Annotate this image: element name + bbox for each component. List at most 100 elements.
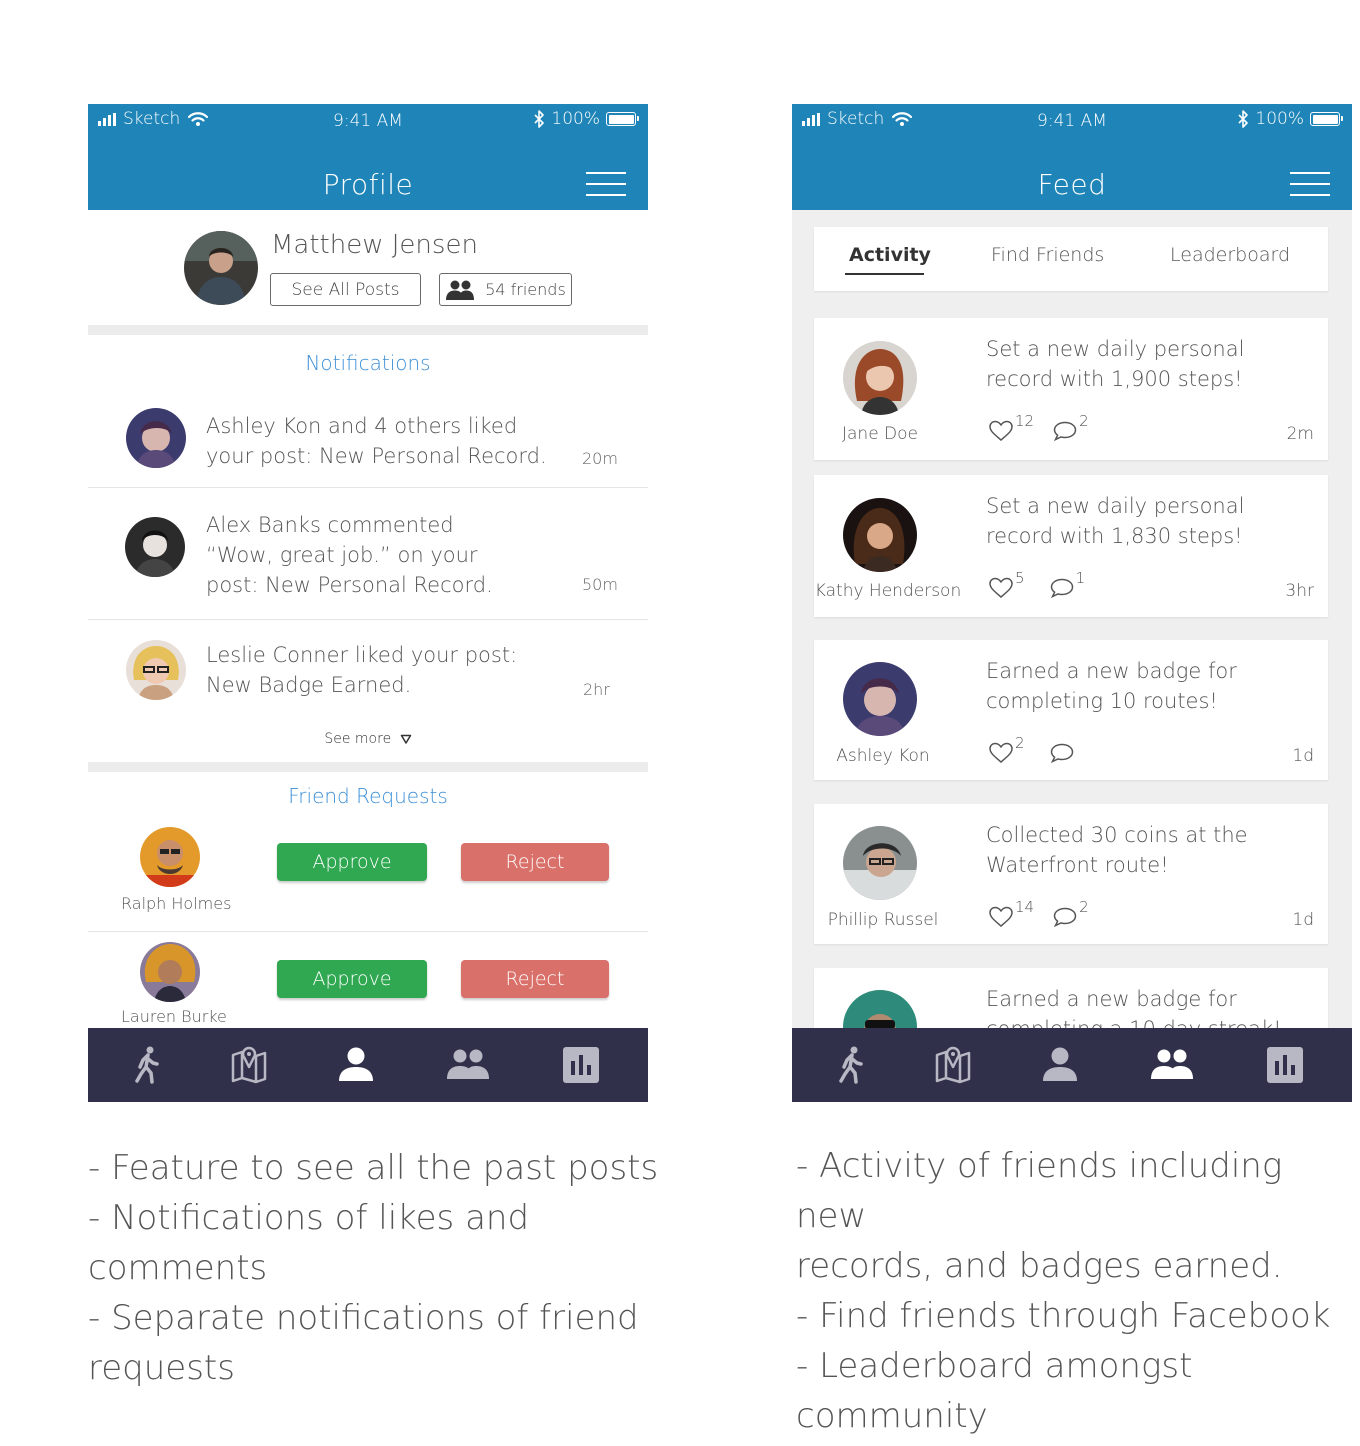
comment-count[interactable]: 2 — [1052, 412, 1089, 442]
post-time: 3hr — [1285, 581, 1314, 601]
tab-friends[interactable] — [1147, 1040, 1197, 1090]
user-name: Matthew Jensen — [271, 230, 478, 260]
menu-icon[interactable] — [1290, 172, 1330, 196]
status-bar: Sketch 9:41 AM 100% — [792, 104, 1352, 136]
heart-icon — [988, 577, 1014, 599]
feed-caption: - Activity of friends including new reco… — [796, 1141, 1360, 1441]
status-right: 100% — [533, 109, 639, 129]
tab-profile[interactable] — [1035, 1040, 1085, 1090]
divider — [88, 325, 648, 335]
page-title: Profile — [322, 168, 414, 201]
approve-button[interactable]: Approve — [277, 843, 427, 881]
feed-post[interactable]: Jane Doe Set a new daily personal record… — [814, 318, 1328, 460]
tab-leaderboard[interactable]: Leaderboard — [1170, 244, 1290, 266]
notification-text: Leslie Conner liked your post: New Badge… — [206, 643, 518, 697]
comment-count[interactable] — [1049, 734, 1076, 764]
person-icon — [334, 1043, 378, 1087]
avatar — [126, 640, 186, 700]
notifications-title: Notifications — [305, 351, 431, 375]
tab-find-friends[interactable]: Find Friends — [991, 244, 1104, 266]
avatar — [843, 498, 917, 572]
tab-activity[interactable] — [827, 1040, 877, 1090]
comment-icon — [1052, 906, 1078, 928]
profile-header: Sketch 9:41 AM 100% Profile — [88, 104, 648, 210]
feed-post[interactable]: Ashley Kon Earned a new badge for comple… — [814, 640, 1328, 780]
walk-icon — [830, 1043, 874, 1087]
post-meta: 14 2 — [988, 898, 1107, 928]
see-all-posts-button[interactable]: See All Posts — [270, 273, 421, 306]
status-right: 100% — [1237, 109, 1343, 129]
comment-icon — [1052, 420, 1078, 442]
feed-post[interactable]: Phillip Russel Collected 30 coins at the… — [814, 804, 1328, 944]
notification-time: 20m — [582, 449, 618, 468]
caption-line: - Feature to see all the past posts — [88, 1148, 659, 1188]
friends-icon — [1150, 1043, 1194, 1087]
heart-icon — [988, 420, 1014, 442]
like-count[interactable]: 12 — [988, 412, 1034, 442]
battery-icon — [606, 112, 639, 126]
chart-icon — [559, 1043, 603, 1087]
avatar — [843, 662, 917, 736]
feed-post[interactable]: Kathy Henderson Set a new daily personal… — [814, 475, 1328, 617]
caption-line: - Activity of friends including new — [796, 1146, 1283, 1236]
avatar — [126, 408, 186, 468]
tab-activity[interactable]: Activity — [849, 244, 931, 266]
heart-icon — [988, 906, 1014, 928]
see-all-posts-label: See All Posts — [291, 279, 400, 300]
notification-item[interactable]: Leslie Conner liked your post: New Badge… — [88, 620, 648, 710]
active-tab-underline — [845, 273, 924, 275]
divider — [88, 762, 648, 772]
post-text: Set a new daily personal record with 1,9… — [986, 337, 1245, 391]
person-icon — [1038, 1043, 1082, 1087]
friends-icon — [446, 1043, 490, 1087]
like-count[interactable]: 14 — [988, 898, 1034, 928]
tab-map[interactable] — [224, 1040, 274, 1090]
caption-line: records, and badges earned. — [796, 1246, 1283, 1286]
bluetooth-icon — [534, 110, 545, 128]
notification-text: Alex Banks commented “Wow, great job.” o… — [206, 513, 493, 597]
avatar[interactable] — [184, 231, 258, 305]
heart-icon — [988, 742, 1014, 764]
friends-button[interactable]: 54 friends — [439, 273, 572, 306]
page-title: Feed — [1037, 168, 1107, 201]
requester-name: Ralph Holmes — [121, 894, 232, 913]
approve-button[interactable]: Approve — [277, 960, 427, 998]
tab-friends[interactable] — [443, 1040, 493, 1090]
post-meta: 5 1 — [988, 569, 1103, 599]
friend-requests-title: Friend Requests — [288, 784, 448, 808]
like-count[interactable]: 2 — [988, 734, 1025, 764]
post-time: 1d — [1292, 746, 1314, 766]
comment-icon — [1049, 742, 1075, 764]
caption-line: - Leaderboard amongst community — [796, 1346, 1193, 1436]
comment-count[interactable]: 1 — [1049, 569, 1085, 599]
reject-button[interactable]: Reject — [461, 960, 609, 998]
feed-header: Sketch 9:41 AM 100% Feed — [792, 104, 1352, 210]
profile-card: Matthew Jensen See All Posts 54 friends — [88, 210, 648, 326]
post-text: Collected 30 coins at the Waterfront rou… — [986, 823, 1248, 877]
notification-item[interactable]: Alex Banks commented “Wow, great job.” o… — [88, 488, 648, 620]
notification-text: Ashley Kon and 4 others liked your post:… — [206, 414, 547, 468]
notification-item[interactable]: Ashley Kon and 4 others liked your post:… — [88, 386, 648, 488]
post-meta: 12 2 — [988, 412, 1107, 442]
post-author: Phillip Russel — [827, 910, 939, 930]
tab-profile[interactable] — [331, 1040, 381, 1090]
tab-leaderboard[interactable] — [1260, 1040, 1310, 1090]
status-bar: Sketch 9:41 AM 100% — [88, 104, 648, 136]
caption-line: requests — [88, 1348, 235, 1388]
avatar — [125, 517, 185, 577]
tab-activity[interactable] — [123, 1040, 173, 1090]
comment-count[interactable]: 2 — [1052, 898, 1089, 928]
see-more-link[interactable]: See more — [88, 731, 648, 747]
like-count[interactable]: 5 — [988, 569, 1025, 599]
caption-line: - Notifications of likes and comments — [88, 1198, 530, 1288]
tab-map[interactable] — [928, 1040, 978, 1090]
reject-button[interactable]: Reject — [461, 843, 609, 881]
post-author: Jane Doe — [841, 424, 919, 444]
tab-leaderboard[interactable] — [556, 1040, 606, 1090]
tab-bar — [792, 1028, 1352, 1102]
caption-line: - Find friends through Facebook — [796, 1296, 1331, 1336]
menu-icon[interactable] — [586, 172, 626, 196]
avatar — [843, 826, 917, 900]
comment-icon — [1049, 577, 1075, 599]
battery-icon — [1310, 112, 1343, 126]
